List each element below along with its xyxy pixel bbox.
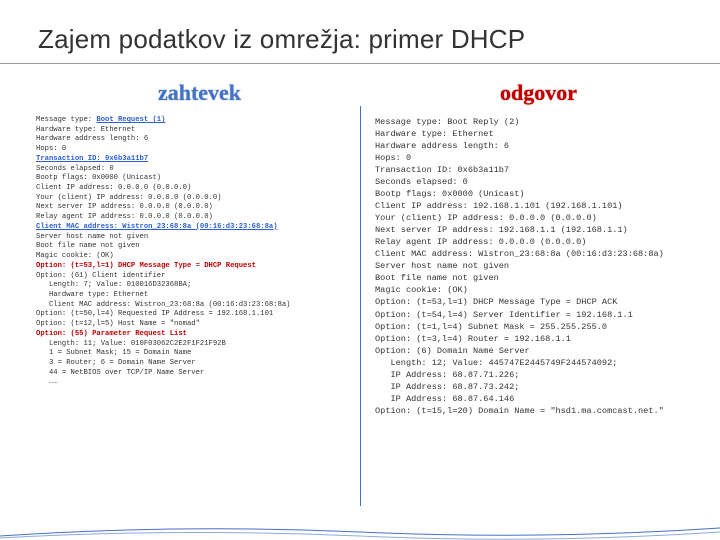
code-line: Hardware address length: 6 (36, 135, 363, 145)
slide-title: Zajem podatkov iz omrežja: primer DHCP (0, 0, 720, 64)
code-line: Option: (t=3,l=4) Router = 192.168.1.1 (375, 333, 702, 345)
code-line: Bootp flags: 0x0000 (Unicast) (375, 188, 702, 200)
code-line: Client IP address: 192.168.1.101 (192.16… (375, 200, 702, 212)
left-heading: zahtevek (36, 80, 363, 106)
code-line: IP Address: 68.87.64.146 (375, 393, 702, 405)
code-line: Length: 11; Value: 010F03062C2E2F1F21F92… (36, 340, 363, 350)
footer-decoration (0, 522, 720, 540)
code-line: Option: (t=53,l=1) DHCP Message Type = D… (36, 262, 363, 272)
code-line: Relay agent IP address: 0.0.0.0 (0.0.0.0… (36, 213, 363, 223)
code-line: Hardware type: Ethernet (36, 291, 363, 301)
code-line: Client IP address: 0.0.0.0 (0.0.0.0) (36, 184, 363, 194)
code-line: Option: (t=1,l=4) Subnet Mask = 255.255.… (375, 321, 702, 333)
code-line: Message type: Boot Request (1) (36, 116, 363, 126)
code-line: Option: (t=12,l=5) Host Name = "nomad" (36, 320, 363, 330)
code-line: Your (client) IP address: 0.0.0.0 (0.0.0… (36, 194, 363, 204)
code-line: Seconds elapsed: 0 (375, 176, 702, 188)
code-line: Option: (t=15,l=20) Domain Name = "hsd1.… (375, 405, 702, 417)
code-line: Length: 12; Value: 445747E2445749F244574… (375, 357, 702, 369)
code-line: Hardware type: Ethernet (36, 126, 363, 136)
code-line: Hops: 0 (375, 152, 702, 164)
code-line: Hops: 0 (36, 145, 363, 155)
code-line: Client MAC address: Wistron_23:68:8a (00… (36, 223, 363, 233)
code-line: Option: (55) Parameter Request List (36, 330, 363, 340)
code-line: 3 = Router; 6 = Domain Name Server (36, 359, 363, 369)
code-line: IP Address: 68.87.73.242; (375, 381, 702, 393)
code-line: Server host name not given (36, 233, 363, 243)
right-code-block: Message type: Boot Reply (2)Hardware typ… (375, 116, 702, 417)
code-line: Hardware type: Ethernet (375, 128, 702, 140)
code-line: Client MAC address: Wistron_23:68:8a (00… (36, 301, 363, 311)
right-heading: odgovor (375, 80, 702, 106)
code-line: Server host name not given (375, 260, 702, 272)
code-line: Option: (t=53,l=1) DHCP Message Type = D… (375, 296, 702, 308)
code-line: Message type: Boot Reply (2) (375, 116, 702, 128)
code-line: Magic cookie: (OK) (375, 284, 702, 296)
code-line: Option: (t=54,l=4) Server Identifier = 1… (375, 309, 702, 321)
code-line: Client MAC address: Wistron_23:68:8a (00… (375, 248, 702, 260)
code-line: Transaction ID: 0x6b3a11b7 (36, 155, 363, 165)
code-line: 44 = NetBIOS over TCP/IP Name Server (36, 369, 363, 379)
code-line: Seconds elapsed: 0 (36, 165, 363, 175)
code-line: Relay agent IP address: 0.0.0.0 (0.0.0.0… (375, 236, 702, 248)
code-line: Bootp flags: 0x0000 (Unicast) (36, 174, 363, 184)
code-line: Option: (61) Client identifier (36, 272, 363, 282)
code-line: Magic cookie: (OK) (36, 252, 363, 262)
code-line: …… (36, 378, 363, 388)
code-line: Boot file name not given (36, 242, 363, 252)
code-line: Option: (6) Domain Name Server (375, 345, 702, 357)
code-line: Boot file name not given (375, 272, 702, 284)
right-column: odgovor Message type: Boot Reply (2)Hard… (369, 72, 708, 417)
code-line: Next server IP address: 192.168.1.1 (192… (375, 224, 702, 236)
column-divider (360, 106, 361, 506)
code-line: Hardware address length: 6 (375, 140, 702, 152)
code-line: 1 = Subnet Mask; 15 = Domain Name (36, 349, 363, 359)
code-line: Option: (t=50,l=4) Requested IP Address … (36, 310, 363, 320)
left-code-block: Message type: Boot Request (1)Hardware t… (36, 116, 363, 388)
left-column: zahtevek Message type: Boot Request (1)H… (30, 72, 369, 417)
code-line: Transaction ID: 0x6b3a11b7 (375, 164, 702, 176)
code-line: Length: 7; Value: 010016D32368BA; (36, 281, 363, 291)
code-line: Next server IP address: 0.0.0.0 (0.0.0.0… (36, 203, 363, 213)
code-line: IP Address: 68.87.71.226; (375, 369, 702, 381)
code-line: Your (client) IP address: 0.0.0.0 (0.0.0… (375, 212, 702, 224)
